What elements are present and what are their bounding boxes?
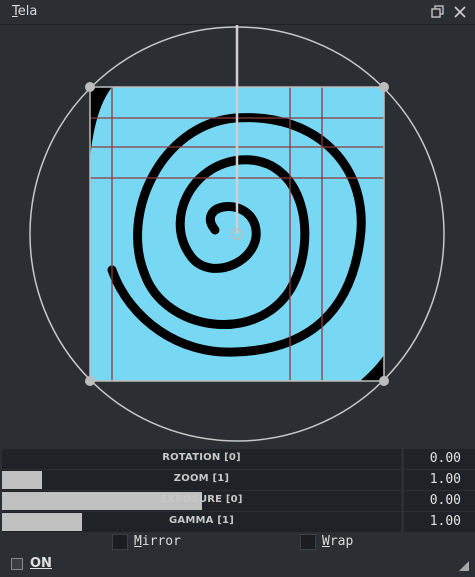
options-row: Mirror Wrap [0, 533, 475, 553]
title-rest: ela [17, 4, 38, 19]
wrap-mnemonic: W [322, 534, 330, 549]
parameter-panel: ROTATION [0] 0.00 ZOOM [1] 1.00 EXPOSURE… [0, 449, 475, 533]
canvas-area[interactable] [0, 25, 475, 448]
rotation-label: ROTATION [0] [162, 452, 241, 463]
mirror-checkbox[interactable] [112, 534, 128, 550]
corner-handle-top-left[interactable] [85, 82, 95, 92]
mirror-mnemonic: M [134, 534, 142, 549]
on-label-text: ON [30, 556, 52, 571]
exposure-value[interactable]: 0.00 [404, 491, 475, 511]
gamma-value[interactable]: 1.00 [404, 512, 475, 532]
resize-grip-icon[interactable] [459, 561, 469, 571]
on-label[interactable]: ON [30, 556, 52, 571]
mirror-label[interactable]: Mirror [134, 534, 181, 549]
window-title: Tela [12, 4, 37, 19]
close-icon[interactable] [452, 4, 468, 20]
zoom-value[interactable]: 1.00 [404, 470, 475, 490]
zoom-row: ZOOM [1] 1.00 [0, 470, 475, 490]
rotation-row: ROTATION [0] 0.00 [0, 449, 475, 469]
gamma-label: GAMMA [1] [169, 515, 234, 526]
corner-handle-bottom-right[interactable] [379, 376, 389, 386]
gamma-row: GAMMA [1] 1.00 [0, 512, 475, 532]
wrap-label[interactable]: Wrap [322, 534, 353, 549]
mirror-rest: irror [141, 534, 181, 549]
on-row: ON [0, 555, 475, 577]
corner-handle-top-right[interactable] [379, 82, 389, 92]
exposure-label: EXPOSURE [0] [160, 494, 243, 505]
window-titlebar: Tela [0, 0, 475, 25]
wrap-checkbox[interactable] [300, 534, 316, 550]
corner-handle-bottom-left[interactable] [85, 376, 95, 386]
exposure-row: EXPOSURE [0] 0.00 [0, 491, 475, 511]
restore-window-icon[interactable] [430, 4, 446, 20]
on-checkbox[interactable] [11, 558, 23, 570]
wrap-rest: rap [329, 534, 354, 549]
zoom-label: ZOOM [1] [173, 473, 230, 484]
canvas-svg[interactable] [0, 25, 475, 448]
rotation-value[interactable]: 0.00 [404, 449, 475, 469]
